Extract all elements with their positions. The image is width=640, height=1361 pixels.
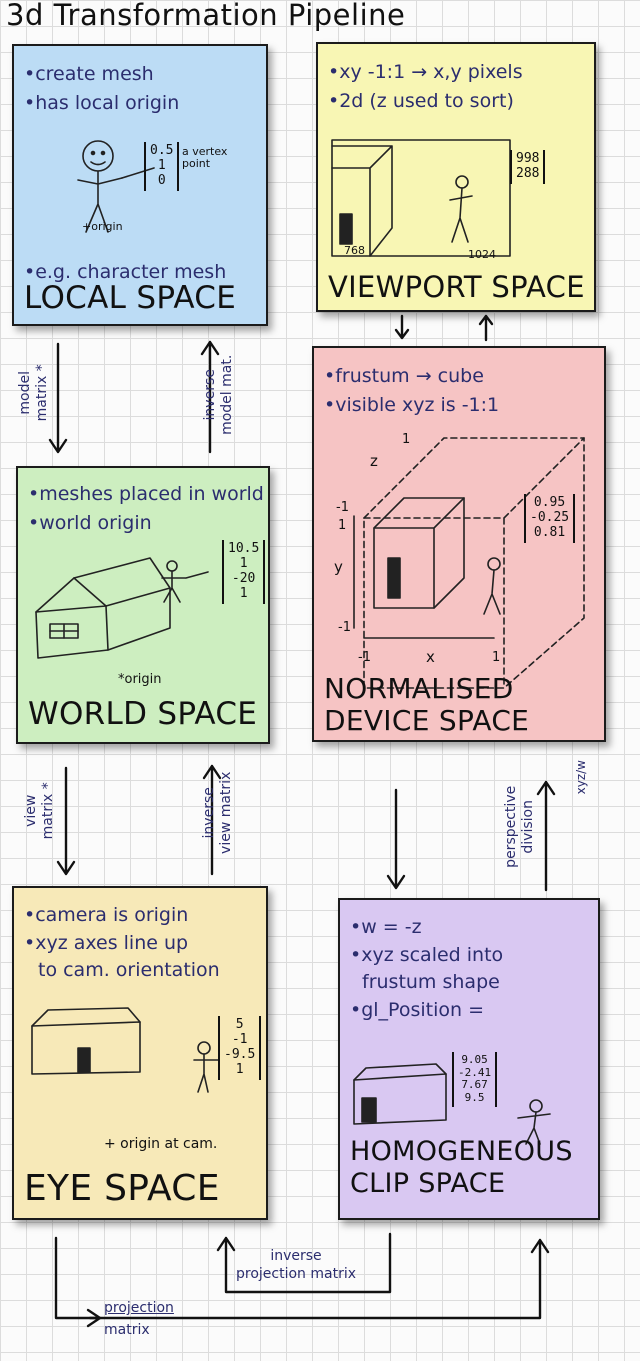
inverse-projection-line-1: inverse bbox=[270, 1248, 322, 1264]
model-matrix-line-1: model bbox=[17, 371, 34, 415]
arrow-world-to-eye bbox=[56, 766, 76, 876]
model-matrix-line-2: matrix * bbox=[34, 364, 50, 422]
projection-matrix-line-2: matrix bbox=[104, 1321, 150, 1338]
arrow-ndc-to-viewport bbox=[478, 314, 494, 342]
perspective-division-label: perspective division bbox=[503, 777, 537, 877]
arrow-viewport-to-ndc bbox=[394, 314, 410, 340]
arrow-clip-to-ndc bbox=[536, 780, 556, 892]
inverse-projection-line-2: projection matrix bbox=[236, 1265, 357, 1282]
inverse-model-line-1: inverse bbox=[202, 369, 219, 421]
inverse-view-line-1: inverse bbox=[201, 787, 218, 839]
inverse-projection-label: inverse projection matrix bbox=[236, 1248, 356, 1283]
inverse-view-label: inverse view matrix bbox=[201, 767, 235, 859]
projection-matrix-line-1: projection bbox=[104, 1300, 174, 1316]
inverse-model-line-2: model mat. bbox=[219, 354, 235, 435]
inverse-view-line-2: view matrix bbox=[218, 771, 234, 854]
view-matrix-label: view matrix * bbox=[23, 771, 57, 851]
inverse-model-label: inverse model mat. bbox=[202, 352, 236, 438]
arrow-projection-head bbox=[86, 1308, 102, 1328]
pipeline-arrows bbox=[48, 314, 556, 1328]
view-matrix-line-1: view bbox=[23, 794, 40, 827]
projection-matrix-label: projection matrix bbox=[104, 1298, 174, 1341]
perspective-line-1: perspective bbox=[503, 785, 520, 868]
model-matrix-label: model matrix * bbox=[17, 353, 51, 433]
perspective-line-2: division bbox=[520, 800, 536, 854]
view-matrix-line-2: matrix * bbox=[40, 782, 56, 840]
arrow-local-to-world bbox=[48, 342, 68, 454]
xyz-over-w-label: xyz/w bbox=[573, 760, 588, 795]
arrow-ndc-to-clip bbox=[386, 788, 406, 890]
